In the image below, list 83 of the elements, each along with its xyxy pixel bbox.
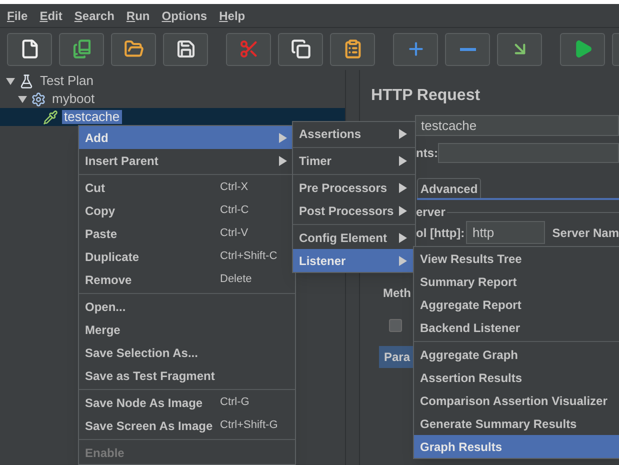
menu-item[interactable]: Open... (79, 295, 295, 318)
menu-item[interactable]: Graph Results (414, 435, 619, 458)
shortcut-label: Ctrl-X (220, 180, 248, 196)
menu-item[interactable]: Insert Parent (79, 149, 295, 172)
expand-icon[interactable] (6, 76, 15, 86)
menu-bar-item[interactable]: Edit (40, 6, 62, 24)
submenu-arrow-icon (399, 156, 407, 166)
submenu-arrow-icon (279, 156, 287, 166)
toolbar-button[interactable] (59, 32, 104, 66)
field-label: Server Nam (552, 224, 619, 242)
menu-item[interactable]: Post Processors (293, 199, 415, 222)
gear-icon (31, 92, 46, 106)
shortcut-label: Delete (220, 272, 252, 288)
toolbar-button[interactable] (278, 32, 323, 66)
menu-item[interactable]: Aggregate Graph (414, 343, 619, 366)
shortcut-label: Ctrl-G (220, 395, 250, 410)
menu-item[interactable]: View Results Tree (414, 247, 619, 270)
menu-bar-item[interactable]: Options (162, 6, 208, 24)
shortcut-label: Ctrl+Shift-C (220, 249, 278, 264)
toolbar-button[interactable] (163, 32, 208, 66)
submenu-arrow-icon (279, 132, 287, 142)
field-label: nts: (416, 145, 438, 162)
shortcut-label: Ctrl-V (220, 226, 248, 242)
menu-item[interactable]: Summary Report (414, 270, 619, 293)
shortcut-label: Ctrl+Shift-G (220, 418, 278, 434)
minus-icon (460, 48, 476, 50)
menu-item[interactable]: Config Element (293, 226, 415, 249)
tree-item[interactable]: myboot (50, 92, 97, 106)
menu-item[interactable]: Assertion Results (414, 366, 619, 389)
shortcut-label: Ctrl-C (220, 203, 249, 218)
toolbar-button[interactable] (7, 32, 52, 66)
menu-item[interactable]: Pre Processors (293, 176, 415, 199)
menu-item[interactable]: Save Node As Image Ctrl-G (79, 391, 295, 414)
menu-item[interactable]: Timer (293, 149, 415, 172)
submenu-arrow-icon (399, 256, 407, 266)
submenu-arrow-icon (399, 182, 407, 192)
comments-field[interactable] (438, 143, 619, 163)
toolbar-button[interactable] (330, 32, 375, 66)
toolbar-button[interactable] (111, 32, 156, 66)
menu-item[interactable]: Merge (79, 318, 295, 341)
menu-item[interactable]: Remove Delete (79, 268, 295, 291)
field-label: Meth (383, 285, 412, 300)
pipette-icon (43, 110, 58, 124)
menu-bar-item[interactable]: Search (74, 6, 114, 24)
menu-item[interactable]: Assertions (293, 122, 415, 145)
submenu-arrow-icon (399, 128, 407, 138)
field-label: ol [http]: (416, 224, 466, 242)
menu-item[interactable]: Save Screen As Image Ctrl+Shift-G (79, 414, 295, 437)
panel-title: HTTP Request (371, 86, 482, 106)
menu-item[interactable]: Cut Ctrl-X (79, 176, 295, 199)
menu-item[interactable]: Save as Test Fragment (79, 364, 295, 387)
checkbox[interactable] (389, 319, 402, 332)
group-title: erver (416, 204, 446, 221)
menu-bar-item[interactable]: File (7, 6, 28, 24)
copy-icon (290, 39, 310, 59)
menu-item[interactable]: Comparison Assertion Visualizer (414, 389, 619, 412)
menu-item[interactable]: Aggregate Report (414, 293, 619, 316)
menu-item[interactable]: Duplicate Ctrl+Shift-C (79, 245, 295, 268)
page-icon (20, 39, 40, 59)
menu-bar-item[interactable]: Run (126, 6, 150, 24)
toolbar-button[interactable] (497, 32, 542, 66)
books-icon (72, 39, 92, 59)
expand-icon[interactable] (18, 94, 27, 104)
menu-item[interactable]: Copy Ctrl-C (79, 199, 295, 222)
tab[interactable]: Para (379, 346, 413, 368)
menu-bar-item[interactable]: Help (219, 6, 246, 24)
tree-item[interactable]: Test Plan (38, 74, 96, 88)
submenu-arrow-icon (399, 232, 407, 242)
menu-item[interactable]: Add (79, 126, 295, 149)
toolbar-button[interactable] (560, 32, 605, 66)
folder-icon (124, 39, 144, 59)
flask-icon (19, 74, 34, 88)
menu-item[interactable]: Paste Ctrl-V (79, 222, 295, 245)
scissors-icon (238, 39, 258, 59)
clipboard-icon (342, 39, 362, 59)
tree-item[interactable]: testcache (62, 110, 122, 124)
menu-item[interactable]: Listener (293, 249, 415, 272)
menu-item[interactable]: Backend Listener (414, 316, 619, 339)
menu-item[interactable]: Save Selection As... (79, 341, 295, 364)
name-field[interactable]: testcache (415, 115, 619, 136)
protocol-field[interactable]: http (466, 221, 546, 244)
submenu-arrow-icon (399, 206, 407, 216)
menu-item[interactable]: Generate Summary Results (414, 412, 619, 435)
